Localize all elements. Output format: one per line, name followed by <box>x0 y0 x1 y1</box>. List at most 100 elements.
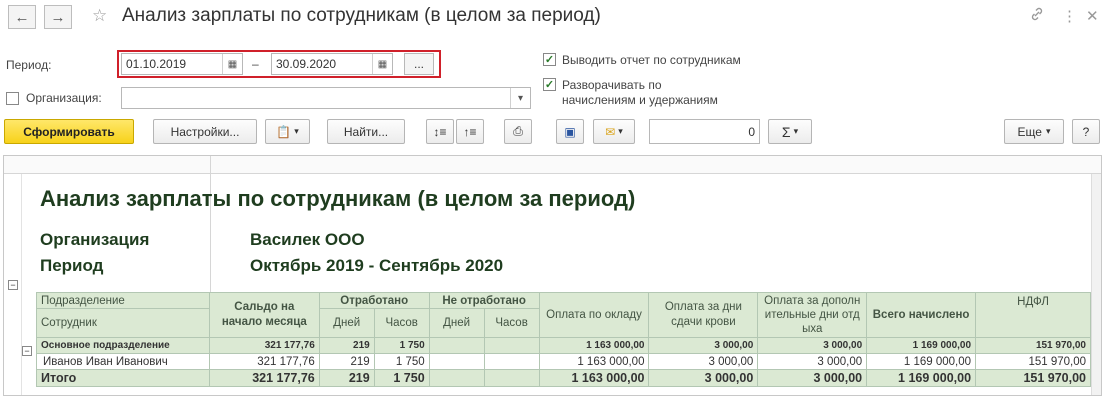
cell-name: Итого <box>36 369 210 387</box>
header-ndfl: НДФЛ <box>975 292 1091 338</box>
sum-mode-button[interactable]: Σ ▾ <box>768 119 812 144</box>
cell-salary: 1 163 000,00 <box>538 369 650 387</box>
more-label: Еще <box>1017 124 1042 139</box>
send-email-button[interactable]: ✉ ▾ <box>593 119 635 144</box>
by-employees-checkbox[interactable]: ✓ <box>543 53 556 66</box>
window-title: Анализ зарплаты по сотрудникам (в целом … <box>122 5 601 26</box>
cell-n-hours <box>483 353 540 370</box>
variants-button[interactable]: 📋 ▾ <box>265 119 310 144</box>
more-button[interactable]: Еще ▾ <box>1004 119 1064 144</box>
header-worked-hours: Часов <box>373 308 430 338</box>
cell-rest: 3 000,00 <box>757 369 868 387</box>
header-blood-days-pay: Оплата за дни сдачи крови <box>648 292 759 338</box>
header-division: Подразделение <box>36 291 210 310</box>
collapse-all-icon[interactable]: − <box>8 280 18 290</box>
header-worked: Отработано <box>318 291 430 310</box>
cell-n-days <box>428 337 485 354</box>
cell-blood: 3 000,00 <box>648 353 759 370</box>
report-title: Анализ зарплаты по сотрудникам (в целом … <box>40 186 636 211</box>
collapse-groups-button[interactable]: ↑≡ <box>456 119 484 144</box>
chevron-down-icon: ▾ <box>294 126 299 136</box>
print-button[interactable]: ⎙ <box>504 119 532 144</box>
cell-name: Основное подразделение <box>36 337 210 354</box>
checkmark-icon: ✓ <box>544 79 555 91</box>
floppy-disk-icon: ▣ <box>564 124 576 139</box>
table-row[interactable]: Иванов Иван Иванович 321 177,76 219 1 750 1 … <box>36 353 1091 370</box>
help-button[interactable]: ? <box>1072 119 1100 144</box>
header-not-worked-days: Дней <box>428 308 485 338</box>
expand-accruals-label-line1: Разворачивать по <box>562 78 662 92</box>
report-table: Подразделение Сальдо на начало месяца От… <box>36 291 1091 387</box>
sum-field[interactable]: 0 <box>649 119 760 144</box>
header-employee: Сотрудник <box>36 308 210 338</box>
cell-n-hours <box>483 369 540 387</box>
menu-dots-icon[interactable]: ⋮ <box>1062 7 1077 25</box>
date-to-field[interactable]: 30.09.2020 ▦ <box>271 53 393 75</box>
cell-n-hours <box>483 337 540 354</box>
collapse-groups-icon: ↑≡ <box>463 124 477 139</box>
calendar-icon[interactable]: ▦ <box>222 54 242 74</box>
cell-ndfl: 151 970,00 <box>975 353 1091 370</box>
forward-button[interactable]: → <box>44 5 72 29</box>
cell-balance: 321 177,76 <box>208 353 320 370</box>
report-vertical-divider <box>210 156 211 294</box>
expand-accruals-label-line2: начислениям и удержаниям <box>562 93 718 107</box>
cell-total: 1 169 000,00 <box>866 369 977 387</box>
cell-salary: 1 163 000,00 <box>538 353 650 370</box>
arrow-left-icon: ← <box>14 8 30 26</box>
report-area[interactable]: − − Анализ зарплаты по сотрудникам (в це… <box>3 155 1102 396</box>
date-from-value: 01.10.2019 <box>126 57 187 71</box>
organization-checkbox[interactable] <box>6 92 19 105</box>
link-icon[interactable] <box>1030 7 1044 25</box>
period-dash: – <box>252 57 259 71</box>
cell-n-days <box>428 369 485 387</box>
header-not-worked: Не отработано <box>428 291 540 310</box>
cell-n-days <box>428 353 485 370</box>
header-rest-days-pay: Оплата за дополнительные дни отдыха <box>757 292 868 338</box>
settings-button[interactable]: Настройки... <box>153 119 257 144</box>
group-row[interactable]: Основное подразделение 321 177,76 219 1 750… <box>36 337 1091 354</box>
organization-field[interactable]: ▾ <box>121 87 531 109</box>
chevron-down-icon: ▾ <box>793 126 799 136</box>
save-button[interactable]: ▣ <box>556 119 584 144</box>
vertical-scrollbar[interactable] <box>1091 174 1101 395</box>
dropdown-icon[interactable]: ▾ <box>510 88 530 108</box>
cell-w-hours: 1 750 <box>373 369 430 387</box>
header-total-accrued: Всего начислено <box>866 292 977 338</box>
cell-balance: 321 177,76 <box>208 369 320 387</box>
expand-groups-button[interactable]: ↕≡ <box>426 119 454 144</box>
collapse-group-icon[interactable]: − <box>22 346 32 356</box>
generate-button[interactable]: Сформировать <box>4 119 134 144</box>
printer-icon: ⎙ <box>513 124 523 138</box>
header-worked-days: Дней <box>318 308 375 338</box>
header-not-worked-hours: Часов <box>483 308 540 338</box>
report-org-value: Василек ООО <box>250 230 365 249</box>
cell-w-days: 219 <box>318 337 375 354</box>
chevron-down-icon: ▾ <box>1045 126 1051 136</box>
expand-accruals-checkbox[interactable]: ✓ <box>543 78 556 91</box>
total-row[interactable]: Итого 321 177,76 219 1 750 1 163 000,00 3 000… <box>36 369 1091 387</box>
back-button[interactable]: ← <box>8 5 36 29</box>
report-period-label: Период <box>40 256 104 275</box>
favorite-star-icon[interactable]: ☆ <box>92 6 107 26</box>
period-label: Период: <box>6 58 52 72</box>
organization-label: Организация: <box>26 91 102 105</box>
cell-ndfl: 151 970,00 <box>975 369 1091 387</box>
cell-total: 1 169 000,00 <box>866 337 977 354</box>
cell-total: 1 169 000,00 <box>866 353 977 370</box>
date-from-field[interactable]: 01.10.2019 ▦ <box>121 53 243 75</box>
report-org-label: Организация <box>40 230 150 249</box>
close-icon[interactable]: ✕ <box>1086 7 1099 25</box>
by-employees-label: Выводить отчет по сотрудникам <box>562 53 741 67</box>
period-select-button[interactable]: ... <box>404 53 434 75</box>
date-to-value: 30.09.2020 <box>276 57 337 71</box>
calendar-icon[interactable]: ▦ <box>372 54 392 74</box>
sigma-icon: Σ <box>781 123 791 140</box>
report-period-value: Октябрь 2019 - Сентябрь 2020 <box>250 256 504 275</box>
cell-rest: 3 000,00 <box>757 353 868 370</box>
cell-salary: 1 163 000,00 <box>538 337 650 354</box>
cell-rest: 3 000,00 <box>757 337 868 354</box>
header-salary-pay: Оплата по окладу <box>538 292 650 338</box>
find-button[interactable]: Найти... <box>327 119 405 144</box>
cell-w-days: 219 <box>318 369 375 387</box>
